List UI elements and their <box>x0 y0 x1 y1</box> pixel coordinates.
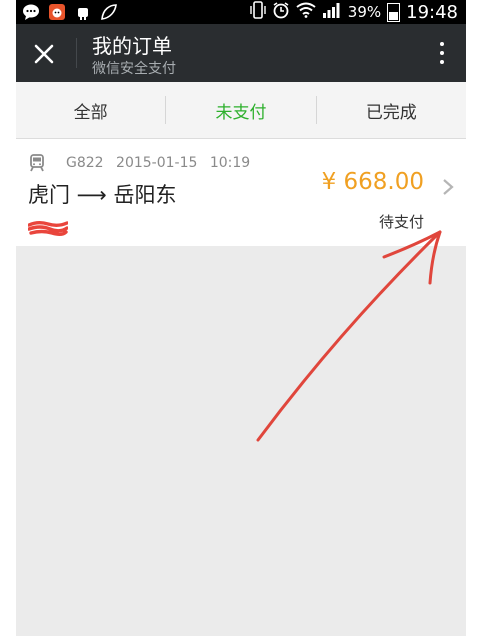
route: 虎门 ⟶ 岳阳东 <box>28 183 177 207</box>
order-price: ¥ 668.00 <box>321 169 424 195</box>
app-header: 我的订单 微信安全支付 <box>16 24 466 82</box>
wifi-icon <box>296 2 316 22</box>
more-vertical-icon <box>440 42 444 46</box>
alarm-icon <box>272 1 290 23</box>
page-subtitle: 微信安全支付 <box>92 61 176 77</box>
payment-status: 待支付 <box>378 213 424 231</box>
train-number: G822 <box>66 155 104 171</box>
chat-notification-icon <box>22 3 40 21</box>
battery-percent: 39% <box>347 3 382 21</box>
header-divider <box>76 38 77 68</box>
notification-icons <box>16 3 118 21</box>
tab-unpaid[interactable]: 未支付 <box>166 98 315 123</box>
redaction-scribble <box>28 221 68 236</box>
page-title: 我的订单 <box>92 34 172 58</box>
close-icon <box>34 44 54 64</box>
close-button[interactable] <box>28 38 60 70</box>
order-meta: G822 2015-01-15 10:19 <box>66 155 258 171</box>
more-options-button[interactable] <box>432 38 452 68</box>
vibrate-icon <box>250 1 266 23</box>
order-filter-tabs: 全部 未支付 已完成 <box>16 82 466 139</box>
tab-completed[interactable]: 已完成 <box>317 98 466 123</box>
departure-time: 10:19 <box>209 155 251 171</box>
clock: 19:48 <box>406 1 458 23</box>
departure-date: 2015-01-15 <box>116 155 198 171</box>
leaf-notification-icon <box>100 3 118 21</box>
system-status: 39% 19:48 <box>250 1 466 23</box>
app-notification-icon <box>48 3 66 21</box>
phone-screen: 39% 19:48 我的订单 微信安全支付 全部 未支付 已完成 G822 20… <box>16 0 466 636</box>
battery-icon <box>387 2 401 22</box>
train-icon <box>28 154 46 172</box>
signal-icon <box>322 2 342 22</box>
status-bar: 39% 19:48 <box>16 0 466 24</box>
android-notification-icon <box>74 3 92 21</box>
tab-all[interactable]: 全部 <box>16 98 165 123</box>
order-card[interactable]: G822 2015-01-15 10:19 虎门 ⟶ 岳阳东 ¥ 668.00 … <box>16 139 466 246</box>
chevron-right-icon <box>442 177 454 202</box>
